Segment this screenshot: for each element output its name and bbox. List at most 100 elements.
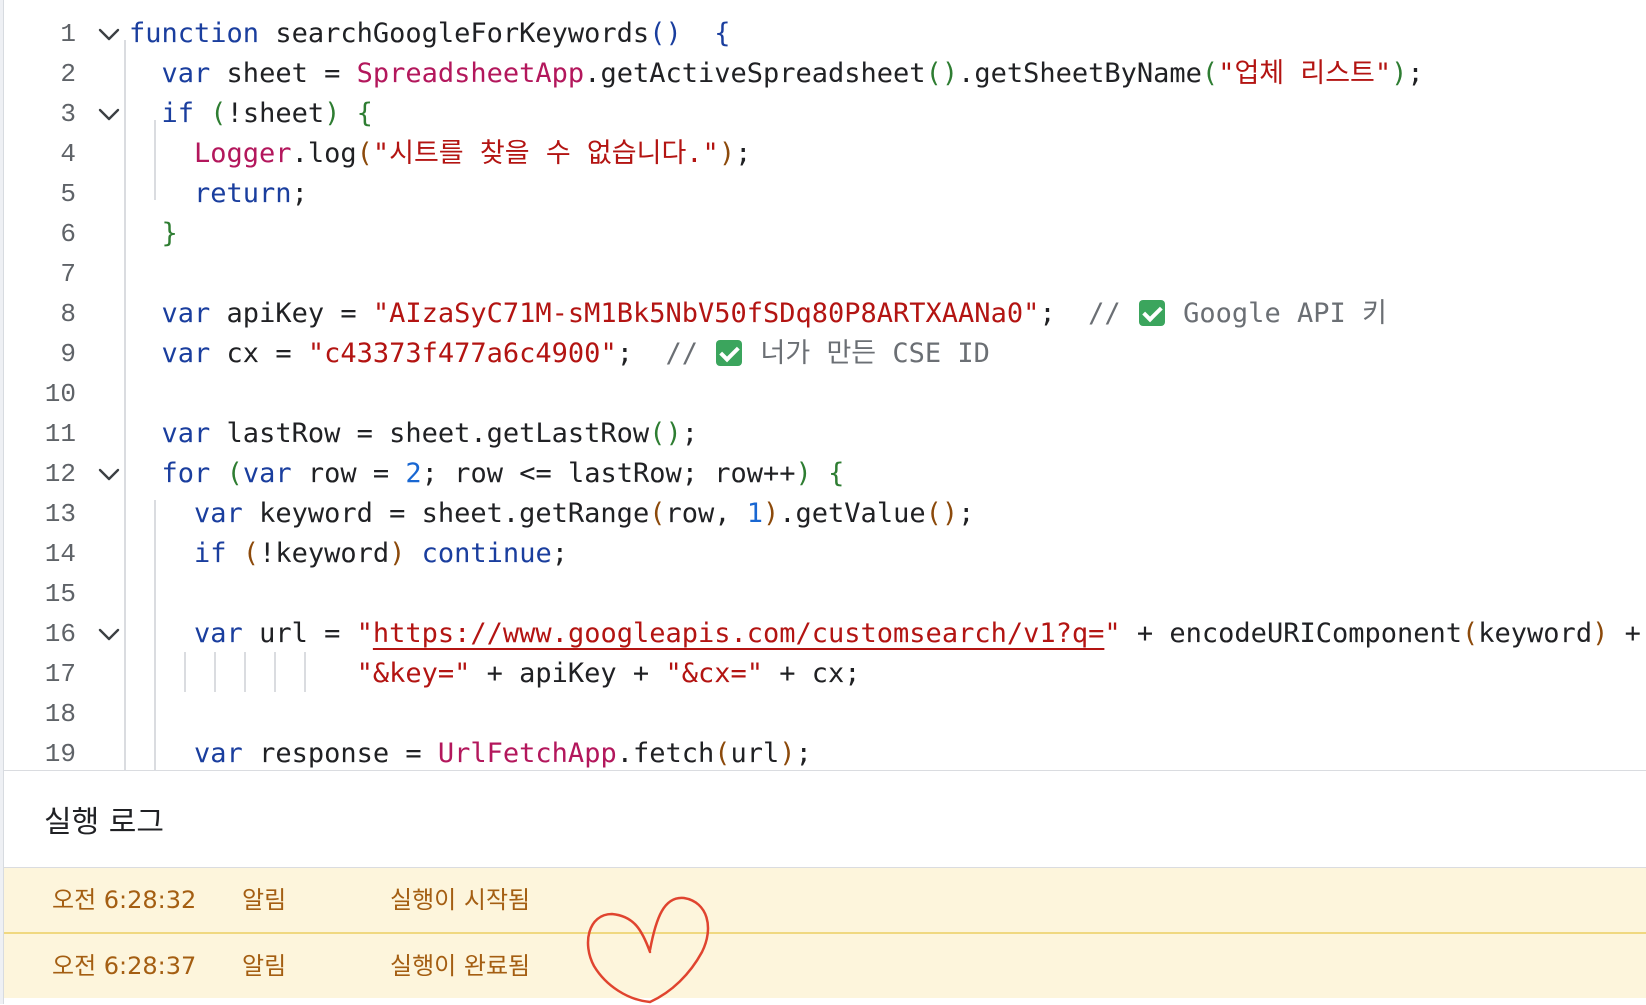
code-token: !keyword	[259, 538, 390, 569]
code-token: 너가 만든 CSE ID	[744, 338, 990, 369]
code-token: var	[161, 58, 211, 89]
code-token: .fetch	[616, 738, 715, 769]
code-token: )	[1592, 618, 1609, 649]
code-line[interactable]: 12 for (var row = 2; row <= lastRow; row…	[4, 454, 1646, 494]
fold-chevron-down-icon[interactable]	[96, 464, 122, 486]
code-token: + cx;	[763, 658, 861, 689]
code-line[interactable]: 19 var response = UrlFetchApp.fetch(url)…	[4, 734, 1646, 770]
code-token: ;	[1039, 298, 1089, 329]
code-token: )	[1391, 58, 1408, 89]
code-line[interactable]: 6 }	[4, 214, 1646, 254]
fold-chevron-down-icon[interactable]	[96, 24, 122, 46]
code-token: lastRow = sheet.getLastRow	[210, 418, 650, 449]
code-token: ;	[958, 498, 975, 529]
code-editor[interactable]: 1 function searchGoogleForKeywords() {2 v…	[4, 0, 1646, 770]
code-token: (	[1201, 58, 1219, 89]
code-token: var	[194, 618, 243, 649]
code-token: cx =	[210, 338, 308, 369]
code-line[interactable]: 2 var sheet = SpreadsheetApp.getActiveSp…	[4, 54, 1646, 94]
code-token: ()	[649, 418, 682, 449]
code-token: .getValue	[779, 498, 926, 529]
code-token: .getActiveSpreadsheet	[584, 58, 926, 89]
code-token: continue	[421, 538, 552, 569]
code-token: )	[763, 498, 780, 529]
code-token: {	[714, 18, 731, 49]
code-text: for (var row = 2; row <= lastRow; row++)…	[129, 454, 845, 494]
code-token: (	[1462, 618, 1479, 649]
code-line[interactable]: 17 "&key=" + apiKey + "&cx=" + cx;	[4, 654, 1646, 694]
code-token: ;	[681, 418, 698, 449]
code-token: UrlFetchApp	[437, 738, 617, 769]
code-token: )	[795, 458, 812, 489]
line-number: 14	[44, 539, 76, 569]
code-text: "&key=" + apiKey + "&cx=" + cx;	[129, 654, 861, 694]
code-token: {	[356, 98, 373, 129]
code-token: )	[779, 738, 796, 769]
code-token: keyword = sheet.getRange	[242, 498, 650, 529]
code-line[interactable]: 16 var url = "https://www.googleapis.com…	[4, 614, 1646, 654]
code-token: )	[324, 98, 341, 129]
code-token: var	[242, 458, 292, 489]
line-number: 3	[60, 99, 76, 129]
code-token: ;	[735, 138, 752, 169]
code-line[interactable]: 15	[4, 574, 1646, 614]
code-token: {	[828, 458, 845, 489]
code-line[interactable]: 13 var keyword = sheet.getRange(row, 1).…	[4, 494, 1646, 534]
line-number: 5	[60, 179, 76, 209]
code-token: response =	[242, 738, 438, 769]
code-token: )	[389, 538, 406, 569]
code-line[interactable]: 18	[4, 694, 1646, 734]
line-number: 12	[44, 459, 76, 489]
code-token: )	[718, 138, 736, 169]
code-line[interactable]: 11 var lastRow = sheet.getLastRow();	[4, 414, 1646, 454]
code-token: (	[242, 538, 260, 569]
execution-log-panel: 실행 로그 오전 6:28:32 알림 실행이 시작됨 오전 6:28:37 알…	[4, 770, 1646, 1005]
code-line[interactable]: 4 Logger.log("시트를 찾을 수 없습니다.");	[4, 134, 1646, 174]
code-token: keyword	[1478, 618, 1593, 649]
code-token: ;	[551, 538, 568, 569]
code-token: "업체 리스트"	[1218, 58, 1392, 89]
code-text: Logger.log("시트를 찾을 수 없습니다.");	[129, 134, 751, 174]
url-link: https://www.googleapis.com/customsearch/…	[372, 618, 1105, 649]
code-token: + encodeURIComponent	[1120, 618, 1463, 649]
code-token: "시트를 찾을 수 없습니다."	[372, 138, 719, 169]
code-line[interactable]: 14 if (!keyword) continue;	[4, 534, 1646, 574]
code-line[interactable]: 3 if (!sheet) {	[4, 94, 1646, 134]
code-text: var lastRow = sheet.getLastRow();	[129, 414, 698, 454]
line-number: 9	[60, 339, 76, 369]
code-token: .log	[291, 138, 357, 169]
code-line[interactable]: 9 var cx = "c43373f477a6c4900"; // 너가 만든…	[4, 334, 1646, 374]
code-token: ; row <= lastRow; row++	[421, 458, 796, 489]
code-token: function	[129, 18, 276, 49]
code-token: "	[1104, 618, 1121, 649]
code-token: "AIzaSyC71M-sM1Bk5NbV50fSDq80P8ARTXAANa0…	[372, 298, 1040, 329]
code-token: ;	[795, 738, 812, 769]
code-line[interactable]: 8 var apiKey = "AIzaSyC71M-sM1Bk5NbV50fS…	[4, 294, 1646, 334]
code-token: var	[161, 418, 211, 449]
code-line[interactable]: 5 return;	[4, 174, 1646, 214]
code-line[interactable]: 1 function searchGoogleForKeywords() {	[4, 14, 1646, 54]
fold-chevron-down-icon[interactable]	[96, 104, 122, 126]
code-line[interactable]: 7	[4, 254, 1646, 294]
log-message: 실행이 완료됨	[390, 952, 531, 980]
check-mark-icon	[1138, 300, 1165, 326]
line-number: 17	[44, 659, 76, 689]
code-token: +	[1608, 618, 1641, 649]
code-token: 1	[746, 498, 764, 529]
fold-chevron-down-icon[interactable]	[96, 624, 122, 646]
code-token: (	[226, 458, 243, 489]
code-line[interactable]: 10	[4, 374, 1646, 414]
log-level: 알림	[242, 886, 287, 914]
execution-log-title: 실행 로그	[44, 805, 164, 840]
